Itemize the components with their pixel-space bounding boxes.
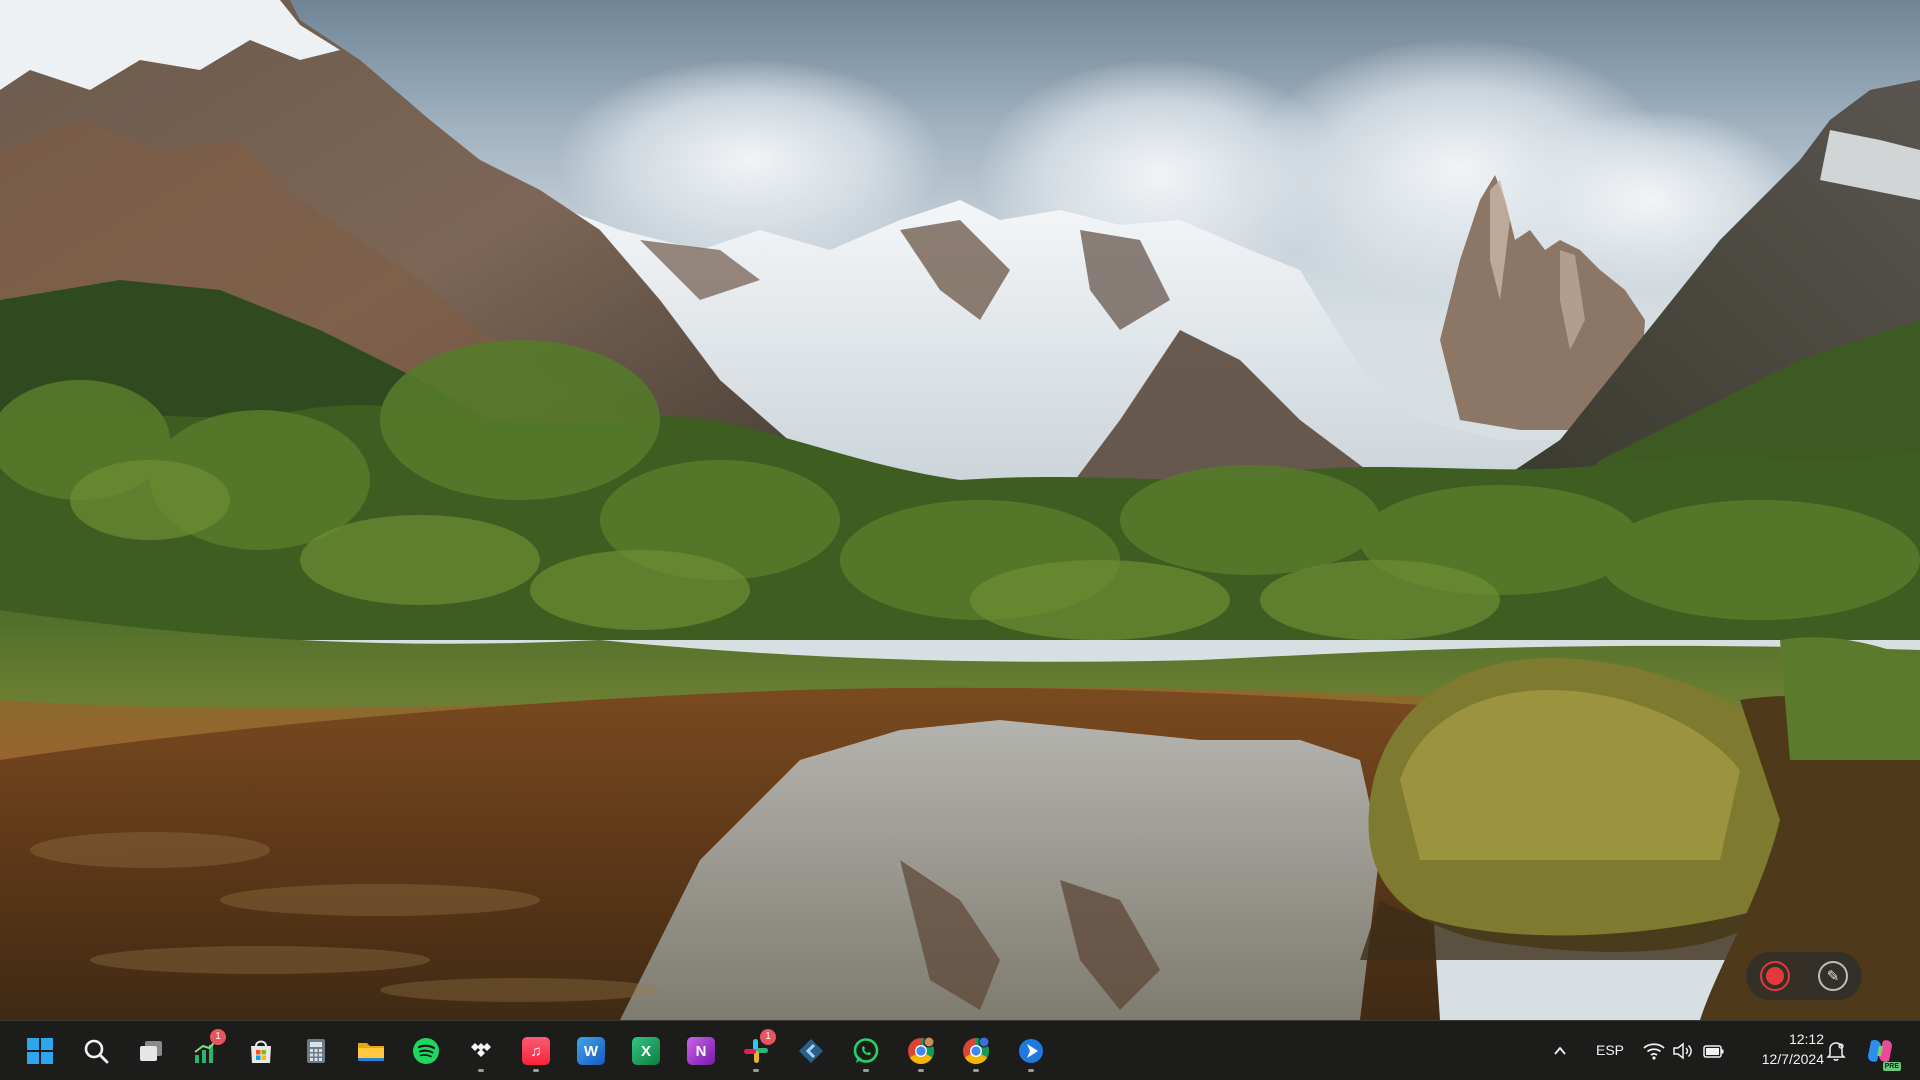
copilot-icon — [1868, 1040, 1892, 1062]
app-word[interactable]: W — [569, 1029, 613, 1073]
app-whatsapp[interactable] — [844, 1029, 888, 1073]
volume-icon — [1673, 1042, 1692, 1060]
music-icon: ♫ — [522, 1037, 550, 1065]
running-indicator — [863, 1069, 869, 1072]
app-chrome-profile-1[interactable] — [899, 1029, 943, 1073]
onenote-icon: N — [687, 1037, 715, 1065]
notification-badge: 1 — [760, 1029, 776, 1045]
store-icon — [251, 1040, 271, 1063]
excel-icon: X — [632, 1037, 660, 1065]
spotify-icon — [413, 1038, 439, 1064]
running-indicator — [1028, 1069, 1034, 1072]
clock-date: 12/7/2024 — [1761, 1051, 1824, 1067]
mountain-landscape-wallpaper — [0, 0, 1920, 1020]
notification-badge: 1 — [210, 1029, 226, 1045]
taskbar: 1 ♫ W X N 1 ESP 12:12 12/7/2024 PRE — [0, 1020, 1920, 1080]
wifi-icon — [1643, 1043, 1665, 1060]
app-chrome-profile-2[interactable] — [954, 1029, 998, 1073]
chevron-up-icon — [1554, 1046, 1566, 1055]
app-slack[interactable]: 1 — [734, 1029, 778, 1073]
kodi-icon — [799, 1039, 823, 1063]
search-icon — [84, 1039, 109, 1064]
show-hidden-icons-button[interactable] — [1548, 1039, 1572, 1063]
word-icon: W — [577, 1037, 605, 1065]
clock-time: 12:12 — [1788, 1031, 1824, 1047]
task-view-button[interactable] — [129, 1029, 173, 1073]
pen-icon[interactable]: ✎ — [1818, 961, 1848, 991]
app-file-explorer[interactable] — [349, 1029, 393, 1073]
app-stocks[interactable]: 1 — [184, 1029, 228, 1073]
app-spotify[interactable] — [404, 1029, 448, 1073]
running-indicator — [478, 1069, 484, 1072]
copilot-preview-badge: PRE — [1882, 1062, 1901, 1071]
app-tidal[interactable] — [459, 1029, 503, 1073]
running-indicator — [533, 1069, 539, 1072]
record-icon[interactable] — [1760, 961, 1790, 991]
task-view-icon — [140, 1041, 162, 1061]
app-excel[interactable]: X — [624, 1029, 668, 1073]
app-onenote[interactable]: N — [679, 1029, 723, 1073]
start-button[interactable] — [18, 1029, 62, 1073]
app-microsoft-store[interactable] — [239, 1029, 283, 1073]
chrome-icon — [908, 1037, 935, 1065]
app-calculator[interactable] — [294, 1029, 338, 1073]
app-remote-desktop[interactable] — [1009, 1029, 1053, 1073]
notifications-button[interactable] — [1824, 1039, 1848, 1063]
battery-button[interactable] — [1702, 1039, 1726, 1063]
wifi-button[interactable] — [1642, 1039, 1666, 1063]
language-indicator[interactable]: ESP — [1596, 1042, 1624, 1058]
app-apple-music[interactable]: ♫ — [514, 1029, 558, 1073]
tidal-icon — [471, 1043, 491, 1057]
whatsapp-icon — [853, 1038, 879, 1063]
notification-bell-icon — [1826, 1042, 1846, 1061]
search-button[interactable] — [74, 1029, 118, 1073]
running-indicator — [973, 1069, 979, 1072]
running-indicator — [918, 1069, 924, 1072]
calculator-icon — [307, 1039, 325, 1063]
play-arrow-icon — [1019, 1039, 1043, 1063]
battery-icon — [1703, 1045, 1724, 1058]
app-kodi[interactable] — [789, 1029, 833, 1073]
folder-icon — [358, 1043, 384, 1061]
screen-recorder-widget: ✎ — [1746, 952, 1862, 1000]
copilot-button[interactable]: PRE — [1858, 1029, 1902, 1073]
windows-logo-icon — [27, 1038, 53, 1064]
chrome-icon — [963, 1037, 990, 1065]
volume-button[interactable] — [1671, 1039, 1695, 1063]
desktop[interactable]: ✎ — [0, 0, 1920, 1020]
clock[interactable]: 12:12 12/7/2024 — [1742, 1029, 1824, 1073]
running-indicator — [753, 1069, 759, 1072]
